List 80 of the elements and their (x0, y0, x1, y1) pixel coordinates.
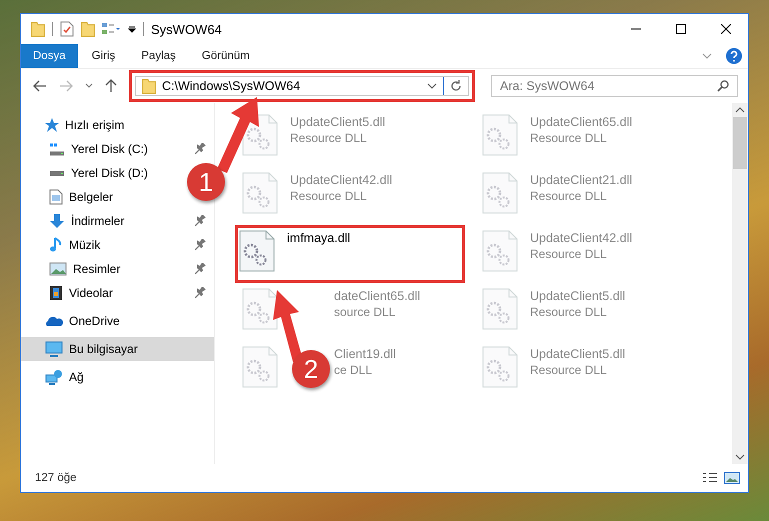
file-type: ce DLL (334, 363, 374, 377)
sidebar-item[interactable]: Bu bilgisayar (21, 337, 214, 361)
file-type: Resource DLL (530, 247, 608, 261)
chevron-icon[interactable] (85, 83, 93, 89)
document-icon (49, 189, 63, 205)
back-arrow-icon[interactable] (33, 80, 47, 92)
callout-number: 1 (187, 163, 225, 201)
minimize-icon (630, 28, 640, 30)
sidebar-label: Müzik (69, 238, 100, 252)
refresh-icon[interactable] (450, 80, 462, 92)
sidebar-label: Belgeler (69, 190, 114, 204)
file-type: Resource DLL (530, 131, 608, 145)
sidebar-label: Ağ (69, 370, 84, 384)
picture-icon (49, 262, 67, 276)
down-arrow-icon (49, 213, 65, 229)
callout-number: 2 (292, 350, 330, 388)
sidebar-item[interactable]: İndirmeler (21, 209, 171, 233)
address-field[interactable]: C:\Windows\SysWOW64 (135, 76, 469, 96)
pin-icon[interactable] (194, 215, 206, 227)
pin-icon[interactable] (194, 239, 206, 251)
file-name[interactable]: imfmaya.dll (287, 231, 350, 245)
large-icons-view-icon[interactable] (724, 472, 740, 484)
sidebar-item[interactable]: Yerel Disk (D:) (21, 161, 171, 185)
file-type: Resource DLL (530, 305, 608, 319)
search-icon[interactable] (717, 80, 729, 92)
drive-icon (49, 142, 65, 156)
file-type: Resource DLL (530, 189, 608, 203)
sidebar-label: Resimler (73, 262, 120, 276)
drive-icon (49, 170, 65, 176)
up-arrow-icon[interactable] (105, 79, 117, 93)
view-icon[interactable] (102, 23, 121, 35)
scroll-thumb[interactable] (733, 117, 747, 169)
ribbon-tab[interactable]: Paylaş (129, 44, 188, 68)
sidebar-item[interactable]: Müzik (21, 233, 171, 257)
ribbon-tab[interactable]: Görünüm (190, 44, 262, 68)
film-icon (49, 285, 63, 301)
folder-icon (142, 78, 156, 94)
search-field[interactable]: Ara: SysWOW64 (491, 75, 738, 97)
ribbon-tab[interactable]: Dosya (21, 44, 78, 68)
item-count: 127 öğe (35, 472, 77, 484)
sidebar-label: Yerel Disk (D:) (71, 166, 148, 180)
chevron-up-icon[interactable] (735, 107, 745, 113)
network-icon (45, 369, 63, 385)
sidebar-item[interactable]: Videolar (21, 281, 171, 305)
sidebar-item[interactable]: Ağ (21, 365, 181, 389)
sidebar-label: İndirmeler (71, 214, 124, 228)
file-type: source DLL (334, 305, 396, 319)
file-type: Resource DLL (290, 131, 368, 145)
sidebar-label: OneDrive (69, 314, 120, 328)
dll-file-icon[interactable] (239, 230, 275, 272)
pin-icon[interactable] (194, 287, 206, 299)
sidebar-item[interactable]: OneDrive (21, 309, 181, 333)
sidebar-label: Yerel Disk (C:) (71, 142, 148, 156)
chevron-down-icon[interactable] (735, 454, 745, 460)
properties-icon[interactable] (60, 21, 74, 37)
cloud-icon (45, 315, 63, 327)
monitor-icon (45, 341, 63, 357)
callout-arrow (273, 290, 304, 362)
file-type: Resource DLL (530, 363, 608, 377)
ribbon-tab[interactable]: Giriş (80, 44, 128, 68)
close-icon (720, 24, 730, 34)
sidebar-label: Hızlı erişim (65, 118, 124, 132)
sidebar-label: Bu bilgisayar (69, 342, 138, 356)
chevron-icon[interactable] (427, 83, 437, 89)
customize-icon[interactable] (128, 26, 136, 32)
pin-icon[interactable] (194, 263, 206, 275)
maximize-icon (676, 24, 686, 34)
sidebar-item[interactable]: Hızlı erişim (21, 113, 181, 137)
file-type: Resource DLL (290, 189, 368, 203)
sidebar-item[interactable]: Yerel Disk (C:) (21, 137, 171, 161)
help-icon[interactable] (726, 48, 742, 64)
window-title: SysWOW64 (151, 22, 222, 36)
sidebar-label: Videolar (69, 286, 113, 300)
music-note-icon (49, 237, 63, 253)
scrollbar[interactable] (732, 103, 748, 464)
details-view-icon[interactable] (702, 473, 718, 483)
sidebar-item[interactable]: Resimler (21, 257, 171, 281)
pin-icon[interactable] (194, 143, 206, 155)
star-icon (45, 118, 59, 132)
sidebar-item[interactable]: Belgeler (21, 185, 171, 209)
